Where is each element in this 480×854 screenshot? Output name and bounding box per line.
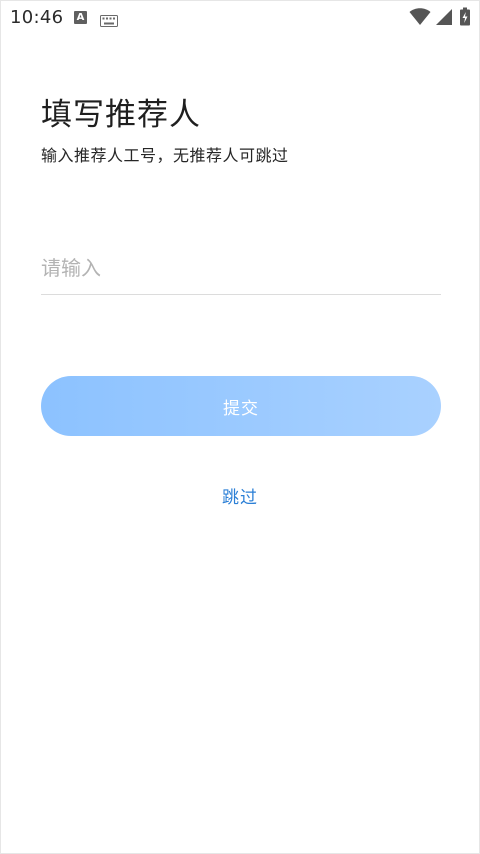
- referrer-id-input[interactable]: [41, 241, 441, 295]
- page-title: 填写推荐人: [41, 97, 201, 133]
- a-notification-icon: A: [74, 11, 87, 24]
- page-subtitle: 输入推荐人工号，无推荐人可跳过: [41, 146, 289, 165]
- app-screen: 10:46 A 填写推荐人 输入推荐人工号，无推荐人可跳过 请输入 提交 跳过: [0, 0, 480, 854]
- wifi-icon: [409, 8, 431, 25]
- keyboard-icon: [100, 12, 118, 31]
- battery-charging-icon: [460, 7, 470, 26]
- signal-icon: [436, 9, 452, 25]
- status-right-icons: [409, 7, 473, 27]
- submit-button[interactable]: 提交: [41, 376, 441, 436]
- status-time: 10:46: [10, 7, 64, 28]
- skip-link[interactable]: 跳过: [1, 483, 479, 508]
- status-bar: 10:46 A: [1, 1, 479, 33]
